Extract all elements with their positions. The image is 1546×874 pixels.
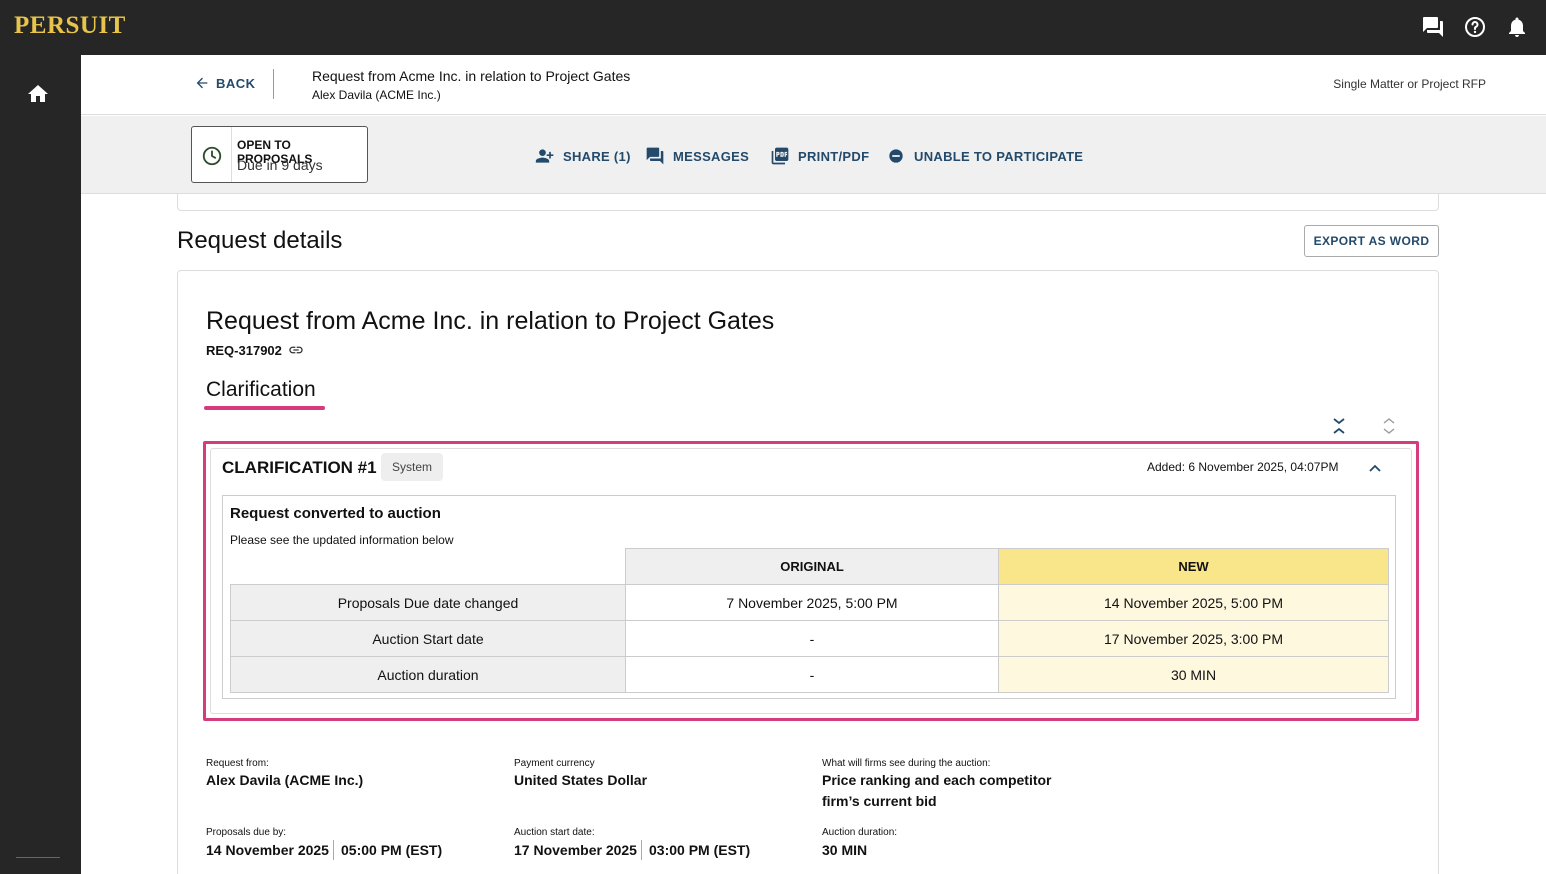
arrow-left-icon [196,77,208,89]
auction-start-time: 03:00 PM (EST) [649,842,751,858]
column-header-new: NEW [998,548,1389,585]
rail-divider [16,857,60,858]
auction-duration-label: Auction duration: [822,827,898,838]
tab-clarification[interactable]: Clarification [206,378,316,402]
unable-label: UNABLE TO PARTICIPATE [914,148,1084,164]
status-due: Due in 9 days [237,157,323,173]
value-divider [641,840,642,860]
currency-label: Payment currency [514,758,595,769]
original-value: 7 November 2025, 5:00 PM [625,584,999,621]
request-header: BACK Request from Acme Inc. in relation … [81,55,1546,115]
link-icon[interactable] [288,342,304,358]
header-requester: Alex Davila (ACME Inc.) [312,88,441,102]
export-as-word-button[interactable]: EXPORT AS WORD [1304,225,1439,257]
chat-icon [646,147,664,165]
table-row: Proposals Due date changed 7 November 20… [230,584,1389,621]
table-header-row: ORIGINAL NEW [231,548,1389,585]
table-row: Auction duration - 30 MIN [230,656,1389,693]
unable-to-participate-button[interactable]: UNABLE TO PARTICIPATE [886,146,1083,166]
proposals-due-label: Proposals due by: [206,827,287,838]
currency-value: United States Dollar [514,772,648,788]
share-label: SHARE (1) [563,148,631,164]
chat-icon[interactable] [1421,15,1445,39]
new-value: 30 MIN [998,656,1389,693]
chevron-up-icon[interactable] [1366,459,1384,477]
change-title: Request converted to auction [230,505,441,522]
request-from-value: Alex Davila (ACME Inc.) [206,772,364,788]
top-bar: PERSUIT [0,0,1546,55]
added-timestamp: Added: 6 November 2025, 04:07PM [1147,460,1339,474]
help-icon[interactable] [1463,15,1487,39]
pdf-icon [771,147,789,165]
previous-card-edge [177,194,1439,211]
request-from-label: Request from: [206,758,269,769]
header-request-title: Request from Acme Inc. in relation to Pr… [312,68,631,84]
expand-all-icon[interactable] [1330,417,1348,435]
share-button[interactable]: SHARE (1) [535,146,631,166]
comparison-table: ORIGINAL NEW Proposals Due date changed … [230,548,1389,693]
original-value: - [625,620,999,657]
request-reference: REQ-317902 [206,342,304,358]
auction-start-date: 17 November 2025 [514,842,637,858]
status-divider [231,127,232,182]
document-title: Request from Acme Inc. in relation to Pr… [206,307,775,335]
persuit-logo[interactable]: PERSUIT [14,12,126,40]
visibility-label: What will firms see during the auction: [822,758,991,769]
section-title: Request details [177,227,343,254]
print-pdf-button[interactable]: PRINT/PDF [770,146,869,166]
visibility-value: Price ranking and each competitor firm’s… [822,772,1052,809]
original-value: - [625,656,999,693]
auction-duration-value: 30 MIN [822,842,868,858]
left-nav-rail [0,55,81,874]
messages-label: MESSAGES [673,148,750,164]
proposals-due-date: 14 November 2025 [206,842,329,858]
back-label: BACK [216,75,256,91]
value-divider [333,840,334,860]
proposals-due-time: 05:00 PM (EST) [341,842,443,858]
row-label: Auction Start date [230,620,626,657]
clarification-heading: CLARIFICATION #1 [222,458,377,477]
status-card: OPEN TO PROPOSALS Due in 9 days [191,126,368,183]
bell-icon[interactable] [1505,15,1529,39]
table-row: Auction Start date - 17 November 2025, 3… [230,620,1389,657]
active-tab-indicator [204,406,325,410]
row-label: Proposals Due date changed [230,584,626,621]
minus-circle-icon [889,149,903,163]
rfp-type-label: Single Matter or Project RFP [1333,77,1486,91]
clock-icon [202,146,222,166]
person-add-icon [535,149,554,163]
messages-button[interactable]: MESSAGES [645,146,749,166]
system-badge: System [381,453,443,481]
header-divider [273,69,274,99]
change-subtitle: Please see the updated information below [230,533,454,547]
header-blank-cell [231,549,626,585]
home-icon[interactable] [26,82,50,106]
action-bar: OPEN TO PROPOSALS Due in 9 days SHARE (1… [81,116,1546,194]
new-value: 17 November 2025, 3:00 PM [998,620,1389,657]
collapse-all-icon[interactable] [1380,417,1398,435]
auction-start-label: Auction start date: [514,827,595,838]
new-value: 14 November 2025, 5:00 PM [998,584,1389,621]
column-header-original: ORIGINAL [625,548,999,585]
row-label: Auction duration [230,656,626,693]
request-id: REQ-317902 [206,342,282,358]
back-button[interactable]: BACK [194,75,256,91]
print-pdf-label: PRINT/PDF [798,148,870,164]
